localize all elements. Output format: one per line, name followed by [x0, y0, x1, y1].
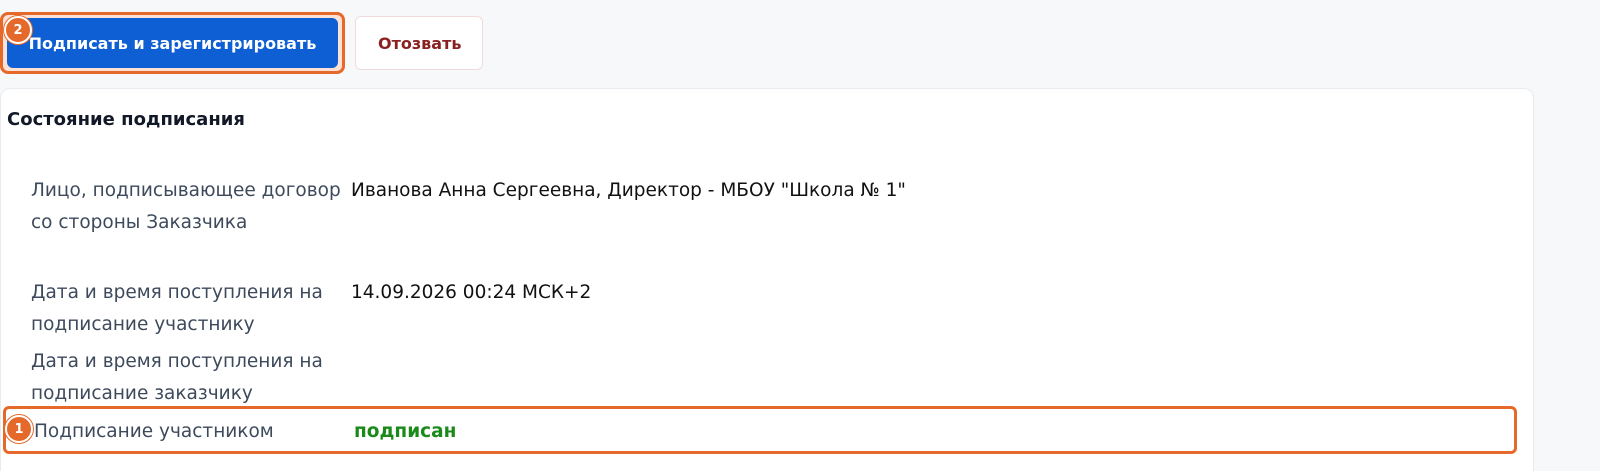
info-row-participant-date: Дата и время поступления на подписание у… [31, 277, 1511, 341]
step-marker-1: 1 [5, 415, 33, 443]
info-row-participant-signing: Подписание участником подписан [34, 416, 1514, 448]
step-marker-2: 2 [4, 16, 32, 44]
info-row-customer-date: Дата и время поступления на подписание з… [31, 346, 1511, 410]
row-label: Дата и время поступления на подписание з… [31, 351, 323, 404]
page: Подписать и зарегистрировать Отозвать 2 … [0, 0, 1600, 471]
sign-and-register-button[interactable]: Подписать и зарегистрировать [7, 18, 338, 68]
info-row-signer: Лицо, подписывающее договор со стороны З… [31, 175, 1511, 239]
revoke-button[interactable]: Отозвать [355, 16, 483, 70]
row-value: Иванова Анна Сергеевна, Директор - МБОУ … [351, 180, 906, 201]
row-label: Подписание участником [34, 421, 274, 442]
card-title: Состояние подписания [7, 109, 245, 130]
toolbar: Подписать и зарегистрировать Отозвать [0, 12, 483, 74]
status-signed: подписан [354, 421, 457, 442]
row-label: Лицо, подписывающее договор со стороны З… [31, 180, 341, 233]
row-value: 14.09.2026 00:24 МСК+2 [351, 282, 592, 303]
highlight-sign-button: Подписать и зарегистрировать [0, 12, 345, 74]
signing-state-card: Состояние подписания Лицо, подписывающее… [0, 88, 1534, 471]
row-label: Дата и время поступления на подписание у… [31, 282, 323, 335]
